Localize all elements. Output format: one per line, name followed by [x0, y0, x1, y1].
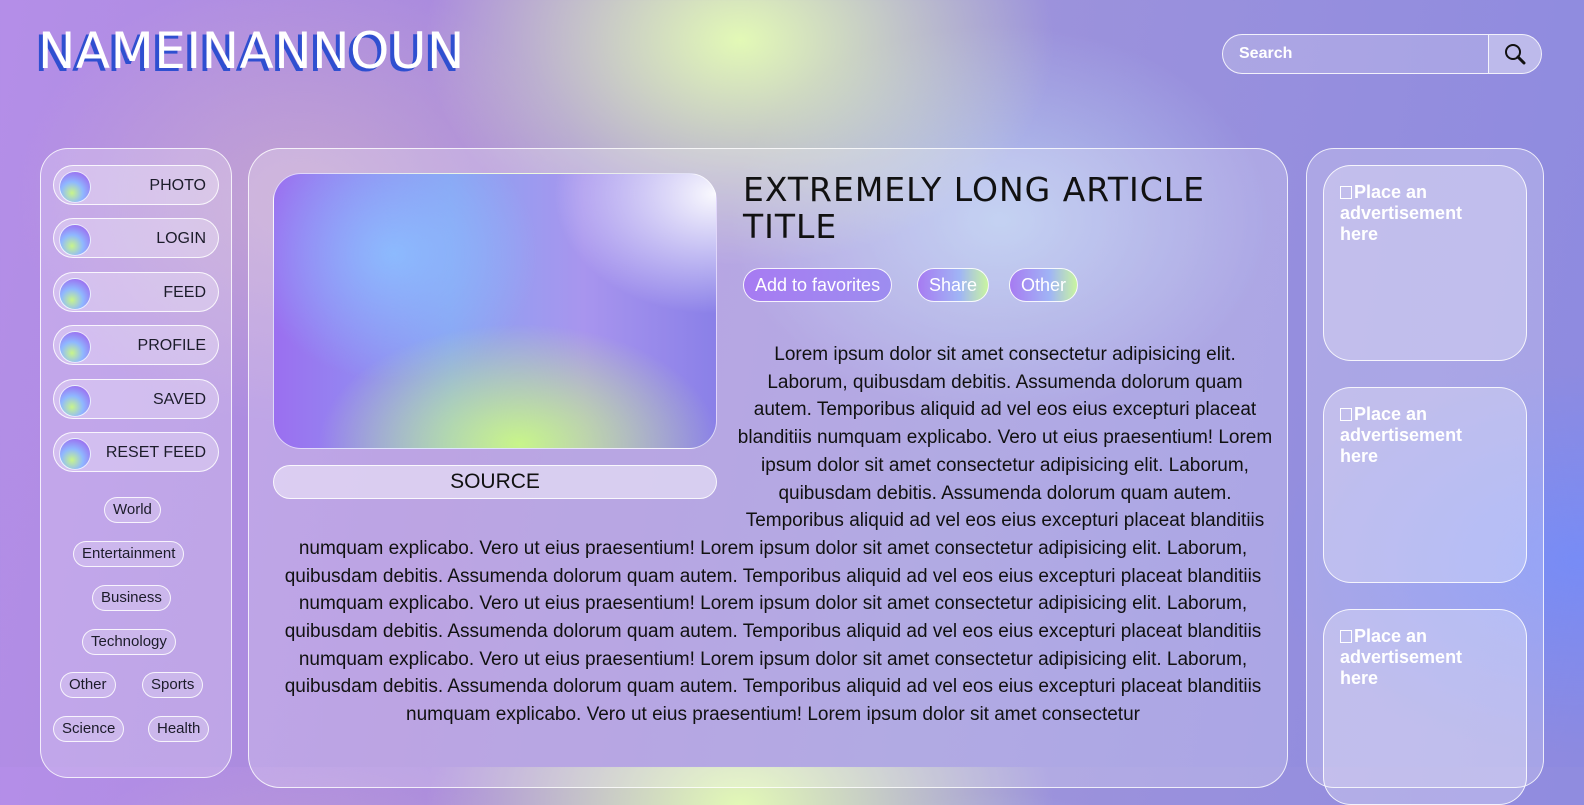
tag-health[interactable]: Health: [148, 716, 210, 742]
orb-icon: [59, 278, 91, 310]
tag-business[interactable]: Business: [92, 585, 171, 611]
ad-slot-3[interactable]: Place an advertisement here: [1323, 609, 1527, 805]
search-icon: [1505, 44, 1526, 65]
search-bar: [1222, 34, 1542, 74]
tag-world[interactable]: World: [104, 497, 161, 523]
site-logo[interactable]: NAMEINANNOUN: [38, 22, 465, 80]
tag-science[interactable]: Science: [53, 716, 125, 742]
nav-button-label: FEED: [163, 284, 206, 301]
ad-alt-label: Place an advertisement here: [1340, 182, 1463, 244]
ad-alt-label: Place an advertisement here: [1340, 404, 1463, 466]
nav-button-reset-feed[interactable]: RESET FEED: [53, 432, 219, 472]
ad-alt-text: Place an advertisement here: [1340, 626, 1490, 689]
article-panel: SOURCE EXTREMELY LONG ARTICLE TITLE Add …: [248, 148, 1288, 788]
orb-icon: [59, 171, 91, 203]
orb-icon: [59, 331, 91, 363]
nav-button-label: SAVED: [152, 391, 206, 408]
nav-button-saved[interactable]: SAVED: [53, 379, 219, 419]
tag-sports[interactable]: Sports: [142, 672, 204, 698]
nav-button-profile[interactable]: PROFILE: [53, 325, 219, 365]
orb-icon: [59, 438, 91, 470]
broken-image-icon: [1340, 186, 1352, 199]
nav-button-feed[interactable]: FEED: [53, 272, 219, 312]
tag-entertainment[interactable]: Entertainment: [73, 541, 185, 567]
ad-alt-label: Place an advertisement here: [1340, 626, 1463, 688]
nav-button-label: PHOTO: [149, 177, 206, 194]
ad-alt-text: Place an advertisement here: [1340, 404, 1490, 467]
other-button[interactable]: Other: [1009, 268, 1079, 302]
sidebar-nav: PHOTO LOGIN FEED PROFILE SAVED RESET FEE…: [40, 148, 232, 778]
article-title: EXTREMELY LONG ARTICLE TITLE: [743, 170, 1205, 246]
broken-image-icon: [1340, 408, 1352, 421]
broken-image-icon: [1340, 630, 1352, 643]
ad-alt-text: Place an advertisement here: [1340, 182, 1490, 245]
nav-button-login[interactable]: LOGIN: [53, 218, 219, 258]
nav-button-label: RESET FEED: [105, 444, 206, 461]
tag-other[interactable]: Other: [60, 672, 116, 698]
ad-column: Place an advertisement here Place an adv…: [1306, 148, 1544, 805]
search-button[interactable]: [1488, 35, 1541, 73]
share-button[interactable]: Share: [917, 268, 990, 302]
article-body: Lorem ipsum dolor sit amet consectetur a…: [273, 341, 1273, 729]
nav-button-label: LOGIN: [156, 230, 206, 247]
image-float-spacer: [273, 341, 737, 513]
nav-button-photo[interactable]: PHOTO: [53, 165, 219, 205]
tag-technology[interactable]: Technology: [82, 629, 176, 655]
search-input[interactable]: [1223, 35, 1488, 73]
orb-icon: [59, 224, 91, 256]
orb-icon: [59, 385, 91, 417]
nav-button-label: PROFILE: [137, 337, 206, 354]
ad-slot-2[interactable]: Place an advertisement here: [1323, 387, 1527, 583]
add-to-favorites-button[interactable]: Add to favorites: [743, 268, 893, 302]
ad-slot-1[interactable]: Place an advertisement here: [1323, 165, 1527, 361]
